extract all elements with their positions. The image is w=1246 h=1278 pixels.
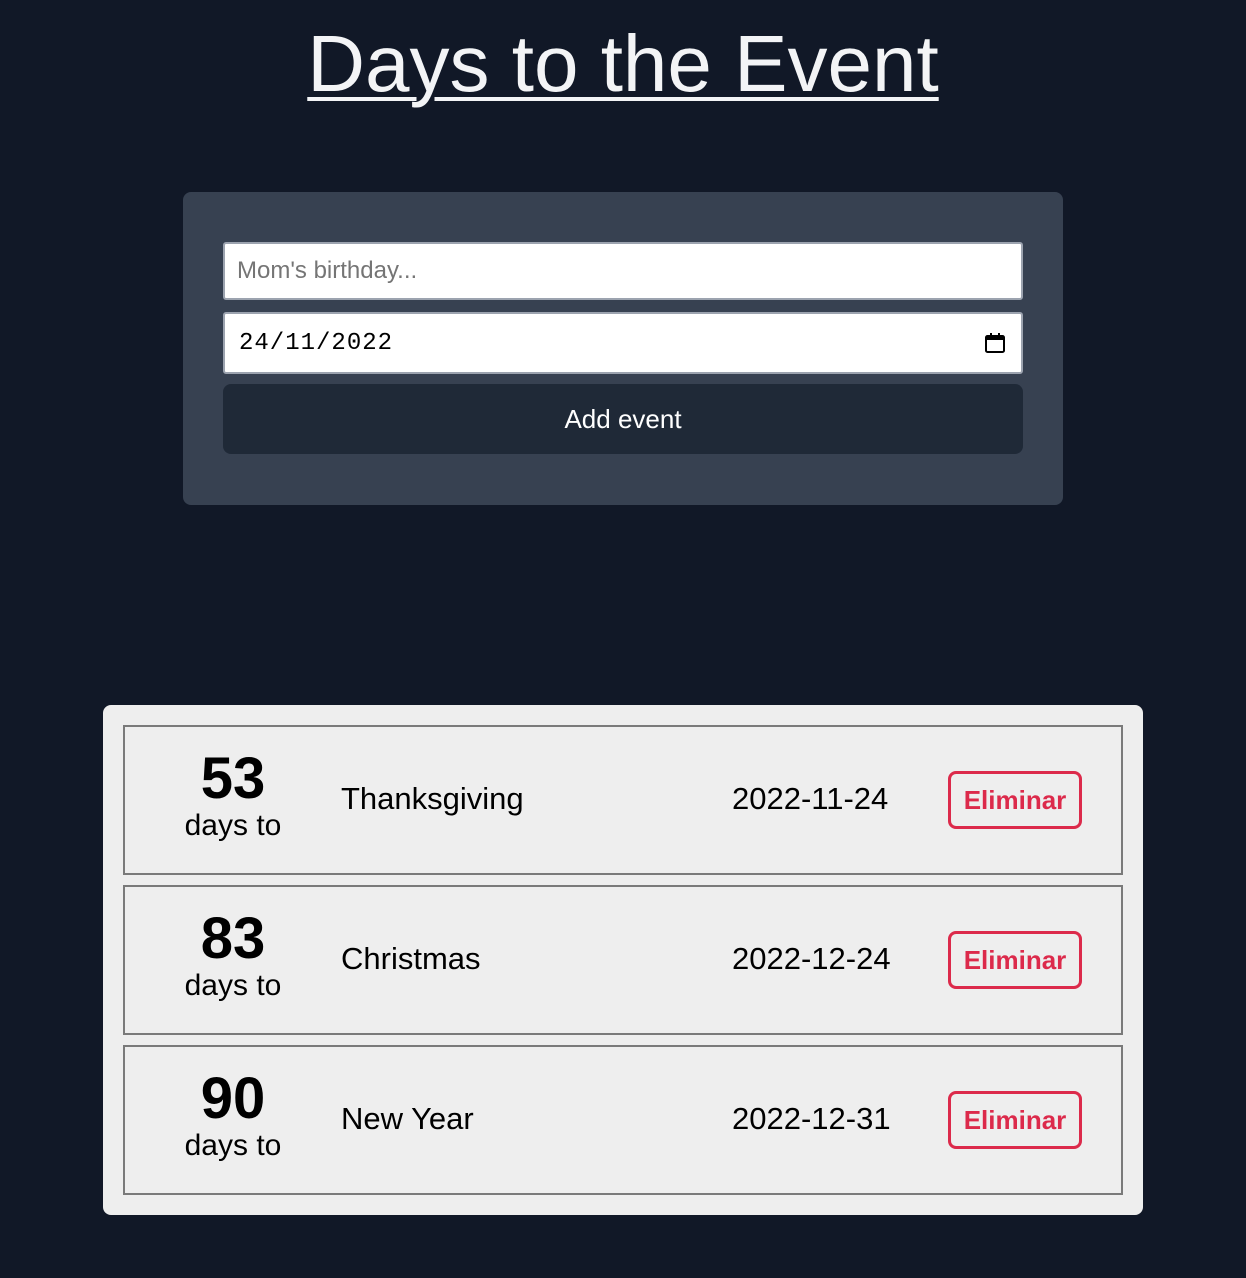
event-row: 83 days to Christmas 2022-12-24 Eliminar [123,885,1123,1035]
page-title: Days to the Event [307,19,939,108]
delete-button[interactable]: Eliminar [948,1091,1082,1149]
event-form: 24/11/2022 Add event [183,192,1063,505]
days-label: days to [184,809,282,842]
calendar-icon[interactable] [983,331,1007,355]
delete-button[interactable]: Eliminar [948,931,1082,989]
days-label: days to [184,969,282,1002]
delete-button[interactable]: Eliminar [948,771,1082,829]
event-name: New Year [341,1101,474,1136]
event-date-input[interactable]: 24/11/2022 [223,312,1023,374]
date-value[interactable]: 24/11/2022 [239,330,983,357]
event-name: Christmas [341,941,481,976]
days-count: 83 days to [163,909,303,1003]
days-count: 90 days to [163,1069,303,1163]
event-date: 2022-11-24 [732,781,889,816]
days-label: days to [184,1129,282,1162]
event-row: 90 days to New Year 2022-12-31 Eliminar [123,1045,1123,1195]
event-date: 2022-12-31 [732,1101,891,1136]
add-event-button[interactable]: Add event [223,384,1023,454]
days-count: 53 days to [163,749,303,843]
event-name-input[interactable] [223,242,1023,300]
event-list: 53 days to Thanksgiving 2022-11-24 Elimi… [103,705,1143,1215]
days-number: 83 [200,906,266,971]
event-row: 53 days to Thanksgiving 2022-11-24 Elimi… [123,725,1123,875]
days-number: 90 [200,1066,266,1131]
event-name: Thanksgiving [341,781,524,816]
event-date: 2022-12-24 [732,941,891,976]
days-number: 53 [200,746,266,811]
